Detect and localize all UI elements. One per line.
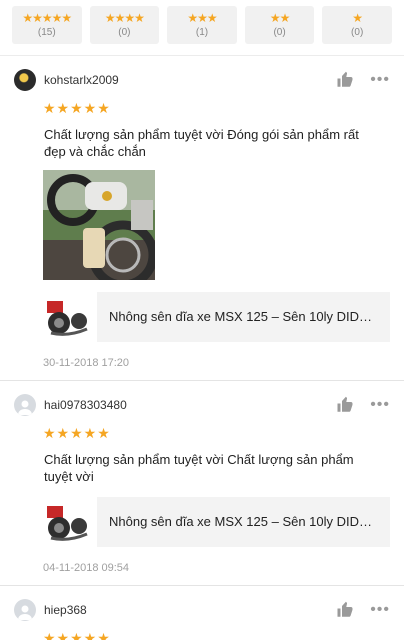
- product-link[interactable]: Nhông sên dĩa xe MSX 125 – Sên 10ly DID…: [43, 292, 390, 342]
- chain-sprocket-image: [47, 301, 88, 336]
- product-title: Nhông sên dĩa xe MSX 125 – Sên 10ly DID…: [97, 292, 390, 342]
- filter-count: (15): [37, 26, 56, 38]
- more-options-icon[interactable]: •••: [370, 397, 390, 413]
- review-timestamp: 04-11-2018 09:54: [43, 562, 130, 574]
- review-card: hiep368 ••• ★★★★★: [0, 586, 404, 640]
- filter-4-stars[interactable]: ★★★★ (0): [89, 6, 160, 44]
- review-text: Chất lượng sản phẩm tuyệt vời Chất lượng…: [44, 452, 354, 484]
- reviewer-username[interactable]: hiep368: [44, 603, 336, 617]
- product-thumbnail: [43, 292, 93, 342]
- reviewer-username[interactable]: kohstarlx2009: [44, 73, 336, 87]
- chain-sprocket-image: [47, 506, 88, 541]
- filter-count: (0): [273, 26, 286, 38]
- review-rating-stars: ★★★★★: [43, 425, 111, 441]
- filter-count: (0): [118, 26, 131, 38]
- filter-5-stars[interactable]: ★★★★★ (15): [12, 6, 82, 44]
- thumbs-up-icon[interactable]: [336, 396, 354, 414]
- review-header: kohstarlx2009 •••: [14, 68, 390, 92]
- avatar[interactable]: [14, 599, 36, 621]
- user-icon: [18, 400, 32, 415]
- star-icons: ★★: [269, 10, 290, 25]
- filter-1-star[interactable]: ★ (0): [322, 6, 392, 44]
- motorbike-photo-image: [43, 170, 155, 280]
- avatar[interactable]: [14, 394, 36, 416]
- user-icon: [18, 605, 32, 620]
- review-text: Chất lượng sản phẩm tuyệt vời Đóng gói s…: [44, 127, 359, 159]
- avatar[interactable]: [14, 69, 36, 91]
- rating-filter-bar: ★★★★★ (15) ★★★★ (0) ★★★ (1) ★★ (0) ★ (0): [0, 0, 404, 56]
- review-timestamp: 30-11-2018 17:20: [43, 357, 130, 369]
- review-rating-stars: ★★★★★: [43, 630, 111, 640]
- review-card: kohstarlx2009 ••• ★★★★★ Chất lượng sản p…: [0, 56, 404, 381]
- filter-count: (0): [351, 26, 364, 38]
- filter-count: (1): [195, 26, 209, 38]
- filter-3-stars[interactable]: ★★★ (1): [167, 6, 237, 44]
- filter-2-stars[interactable]: ★★ (0): [244, 6, 315, 44]
- review-rating-stars: ★★★★★: [43, 100, 111, 116]
- product-thumbnail: [43, 497, 93, 547]
- star-icons: ★★★★★: [22, 10, 72, 25]
- review-card: hai0978303480 ••• ★★★★★ Chất lượng sản p…: [0, 381, 404, 586]
- star-icons: ★: [352, 10, 363, 25]
- star-icons: ★★★★: [104, 10, 145, 25]
- more-options-icon[interactable]: •••: [370, 602, 390, 618]
- thumbs-up-icon[interactable]: [336, 601, 354, 619]
- review-header: hiep368 •••: [14, 598, 390, 622]
- reviewer-username[interactable]: hai0978303480: [44, 398, 336, 412]
- more-options-icon[interactable]: •••: [370, 72, 390, 88]
- product-title: Nhông sên dĩa xe MSX 125 – Sên 10ly DID…: [97, 497, 390, 547]
- star-icons: ★★★: [187, 10, 217, 25]
- product-link[interactable]: Nhông sên dĩa xe MSX 125 – Sên 10ly DID…: [43, 497, 390, 547]
- review-photo[interactable]: [43, 170, 155, 280]
- thumbs-up-icon[interactable]: [336, 71, 354, 89]
- review-header: hai0978303480 •••: [14, 393, 390, 417]
